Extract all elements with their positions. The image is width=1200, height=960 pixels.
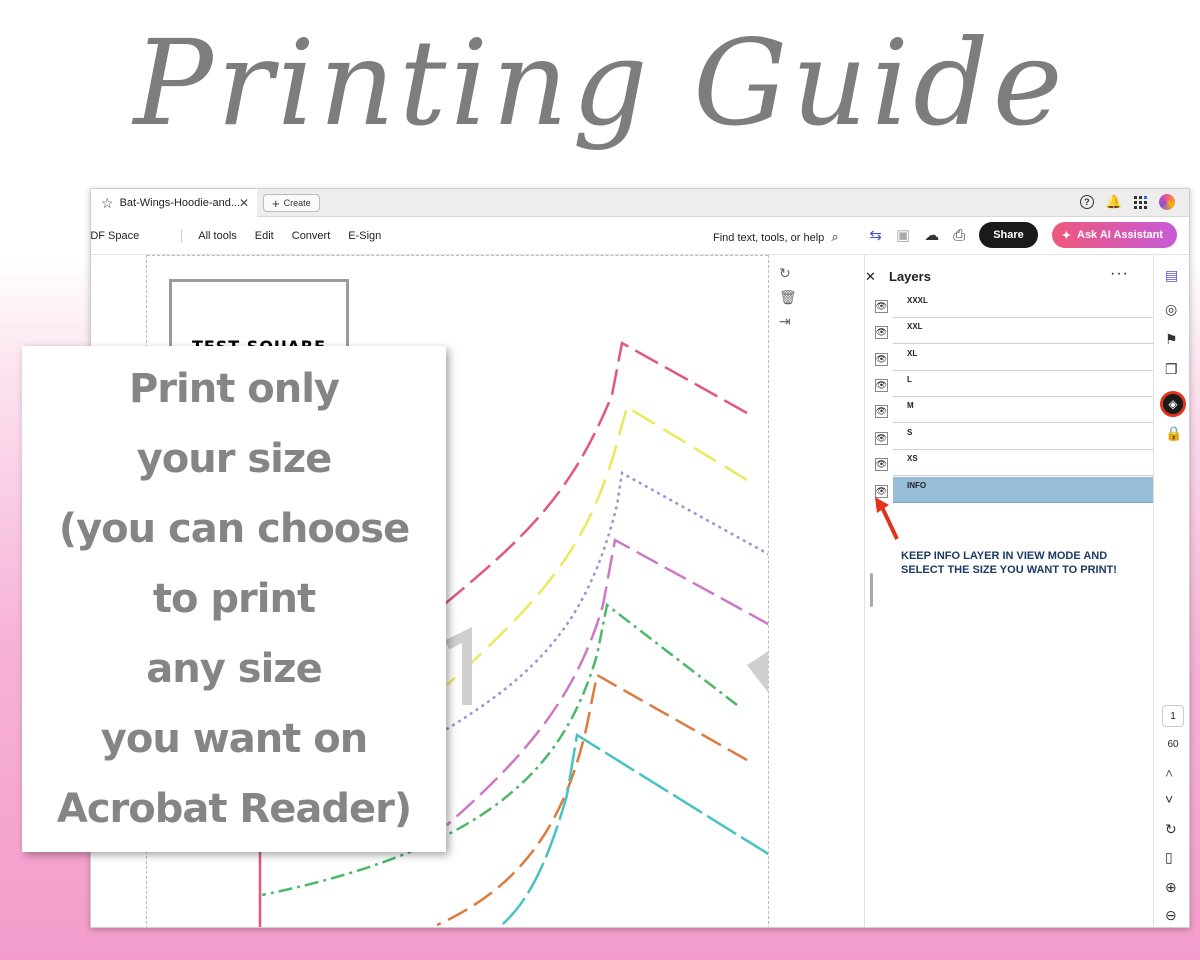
- card-line: your size: [136, 436, 333, 482]
- more-options-icon[interactable]: ···: [1110, 265, 1129, 283]
- eye-icon[interactable]: 👁: [875, 379, 888, 392]
- layer-row[interactable]: 👁 S: [873, 424, 1155, 450]
- rotate-icon[interactable]: ↻: [779, 265, 791, 282]
- toolbar-right: ⇆ ▣ ☁ ⎙ Share ✦ Ask AI Assistant: [869, 222, 1177, 248]
- layer-name: XXXL: [893, 292, 1155, 318]
- layers-icon[interactable]: ◈: [1160, 391, 1186, 417]
- eye-icon[interactable]: 👁: [875, 300, 888, 313]
- card-line: Print only: [128, 366, 340, 412]
- eye-icon[interactable]: 👁: [875, 353, 888, 366]
- layer-row[interactable]: 👁 XS: [873, 450, 1155, 476]
- chevron-up-icon[interactable]: ˄: [1165, 765, 1173, 781]
- upload-cloud-icon[interactable]: ☁: [924, 226, 939, 244]
- close-tab-icon[interactable]: ✕: [239, 196, 249, 210]
- menu-edit[interactable]: Edit: [255, 230, 274, 242]
- pages-icon[interactable]: ❐: [1165, 361, 1178, 378]
- layer-name: XS: [893, 450, 1155, 476]
- panel-scrollbar[interactable]: [870, 573, 873, 607]
- pattern-line-xxxl: [406, 341, 748, 636]
- find-text-label[interactable]: Find text, tools, or help ⌕: [713, 229, 839, 245]
- instruction-card-text: Print only your size (you can choose to …: [56, 354, 412, 844]
- star-icon[interactable]: ☆: [101, 195, 114, 212]
- bell-icon[interactable]: 🔔: [1106, 194, 1122, 210]
- creative-cloud-icon[interactable]: [1159, 194, 1175, 210]
- compare-icon[interactable]: ⇆: [869, 226, 882, 244]
- ask-ai-label: Ask AI Assistant: [1077, 229, 1163, 241]
- bookmark-icon[interactable]: ⚑: [1165, 331, 1178, 348]
- eye-icon[interactable]: 👁: [875, 405, 888, 418]
- print-icon[interactable]: ⎙: [953, 227, 965, 244]
- trash-icon[interactable]: 🗑: [779, 289, 797, 306]
- save-icon[interactable]: ▣: [896, 226, 910, 244]
- printing-guide-title: Printing Guide: [133, 14, 1067, 152]
- document-tab[interactable]: ☆ Bat-Wings-Hoodie-and... ✕: [91, 189, 257, 217]
- fit-page-icon[interactable]: ▯: [1165, 849, 1173, 866]
- card-line: you want on: [100, 716, 368, 762]
- apps-grid-icon[interactable]: [1134, 195, 1147, 209]
- layers-panel: ✕ Layers ··· 👁 XXXL 👁 XXL 👁 XL 👁 L 👁 M 👁…: [865, 255, 1155, 927]
- tab-bar: ☆ Bat-Wings-Hoodie-and... ✕ + Create ? 🔔: [91, 189, 1189, 217]
- layers-title: Layers: [889, 269, 931, 284]
- instruction-card: Print only your size (you can choose to …: [22, 346, 446, 852]
- layer-row[interactable]: 👁 XXXL: [873, 292, 1155, 318]
- share-button[interactable]: Share: [979, 222, 1038, 248]
- layer-name: XXL: [893, 318, 1155, 344]
- pattern-line-s: [436, 673, 748, 927]
- layer-row-selected[interactable]: 👁 INFO: [873, 477, 1155, 503]
- layer-name: S: [893, 424, 1155, 450]
- find-text: Find text, tools, or help: [713, 232, 825, 244]
- layer-name: L: [893, 371, 1155, 397]
- ai-assistant-icon: ✦: [1061, 229, 1071, 242]
- menu-convert[interactable]: Convert: [292, 230, 331, 242]
- card-line: any size: [146, 646, 322, 692]
- pdf-space-link[interactable]: PDF Space: [91, 230, 139, 242]
- layer-row[interactable]: 👁 M: [873, 397, 1155, 423]
- comment-icon[interactable]: ◎: [1165, 301, 1177, 318]
- eye-icon[interactable]: 👁: [875, 326, 888, 339]
- plus-icon: +: [272, 195, 280, 211]
- top-icons: ? 🔔: [1079, 194, 1175, 210]
- eye-icon[interactable]: 👁: [875, 458, 888, 471]
- grain-arrow-glyph: [747, 651, 768, 693]
- menu-all-tools[interactable]: All tools: [198, 230, 237, 242]
- current-page-input[interactable]: 1: [1162, 705, 1184, 727]
- lock-icon[interactable]: 🔒: [1165, 425, 1182, 442]
- total-pages: 60: [1167, 739, 1179, 750]
- page-tools: ↻ 🗑 ⇥: [769, 255, 865, 927]
- eye-icon[interactable]: 👁: [875, 432, 888, 445]
- zoom-in-icon[interactable]: ⊕: [1165, 879, 1177, 896]
- layer-name: INFO: [893, 477, 1155, 503]
- menu-esign[interactable]: E-Sign: [348, 230, 381, 242]
- close-panel-icon[interactable]: ✕: [865, 269, 876, 285]
- layer-row[interactable]: 👁 XXL: [873, 318, 1155, 344]
- right-rail: ▤ ◎ ⚑ ❐ ◈ 🔒 1 60 ˄ ˅ ↻ ▯ ⊕ ⊖: [1153, 255, 1189, 927]
- help-icon[interactable]: ?: [1079, 195, 1094, 209]
- tab-title: Bat-Wings-Hoodie-and...: [119, 197, 241, 209]
- zoom-out-icon[interactable]: ⊖: [1165, 907, 1177, 924]
- layer-name: M: [893, 397, 1155, 423]
- ask-ai-button[interactable]: ✦ Ask AI Assistant: [1051, 222, 1177, 248]
- card-line: (you can choose: [58, 506, 410, 552]
- layer-row[interactable]: 👁 XL: [873, 345, 1155, 371]
- main-toolbar: PDF Space All tools Edit Convert E-Sign …: [91, 217, 1189, 255]
- piece-number-glyph: [444, 626, 472, 705]
- extract-page-icon[interactable]: ⇥: [779, 313, 791, 330]
- layer-row[interactable]: 👁 L: [873, 371, 1155, 397]
- create-label: Create: [283, 198, 311, 208]
- pattern-line-xs: [497, 732, 768, 927]
- instruction-note: KEEP INFO LAYER IN VIEW MODE AND SELECT …: [901, 550, 1117, 576]
- card-line: to print: [152, 576, 316, 622]
- search-icon: ⌕: [831, 229, 839, 244]
- chevron-down-icon[interactable]: ˅: [1165, 791, 1173, 807]
- red-arrow-icon: [875, 497, 899, 540]
- layer-name: XL: [893, 345, 1155, 371]
- card-line: Acrobat Reader): [56, 786, 412, 832]
- refresh-icon[interactable]: ↻: [1165, 821, 1177, 838]
- pattern-line-xxl: [446, 405, 748, 686]
- create-button[interactable]: + Create: [263, 194, 320, 212]
- toolbar-divider: [181, 228, 183, 243]
- ai-summary-icon[interactable]: ▤: [1165, 267, 1178, 284]
